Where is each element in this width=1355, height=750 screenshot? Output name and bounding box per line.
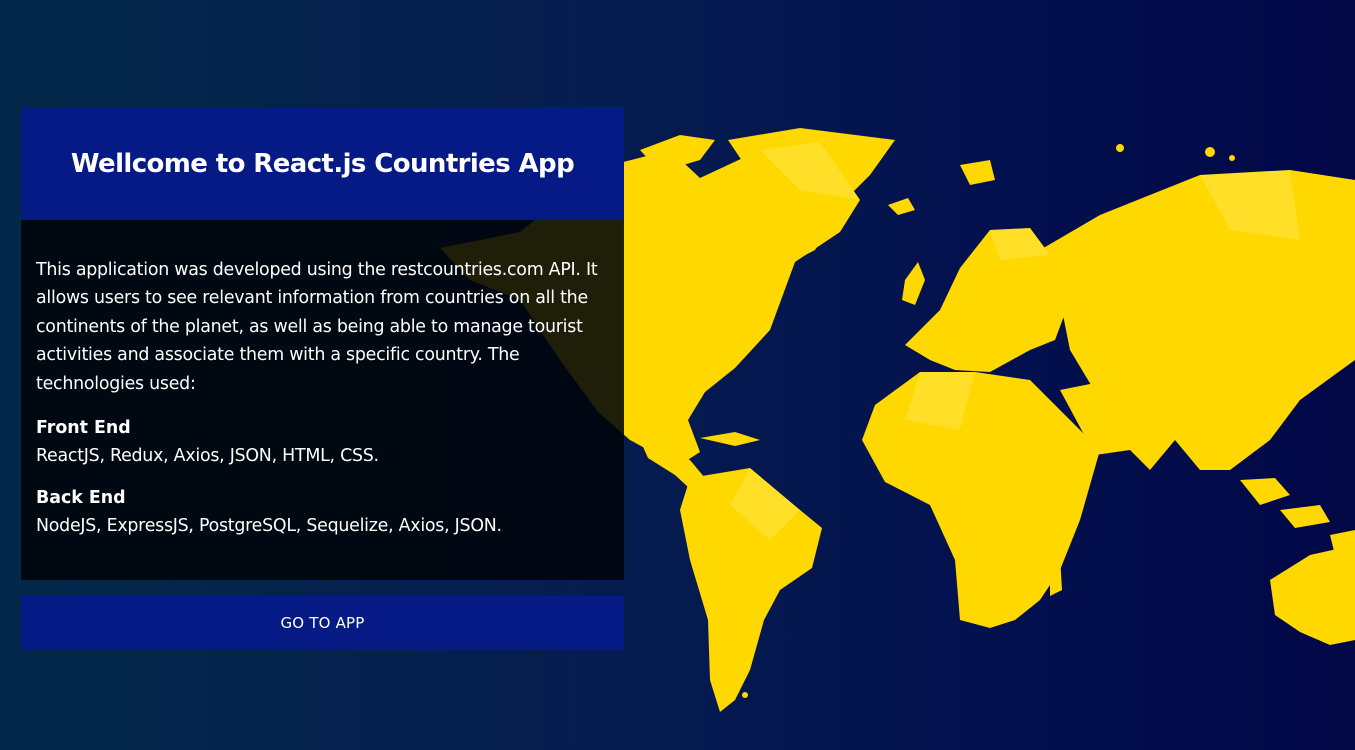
back-end-section: Back End NodeJS, ExpressJS, PostgreSQL, … <box>36 484 609 540</box>
sea-islands-shape <box>1280 505 1330 528</box>
africa-shape <box>862 372 1100 628</box>
page-title: Wellcome to React.js Countries App <box>70 148 575 179</box>
madagascar-shape <box>1050 556 1062 596</box>
go-to-app-button[interactable]: GO TO APP <box>21 596 624 650</box>
app-description: This application was developed using the… <box>36 260 598 394</box>
caribbean-shape <box>700 432 760 446</box>
australia-shape <box>1270 545 1355 645</box>
iceland-shape <box>888 198 915 215</box>
front-end-technologies: ReactJS, Redux, Axios, JSON, HTML, CSS. <box>36 446 379 467</box>
sea-islands-shape <box>1240 478 1290 505</box>
front-end-section: Front End ReactJS, Redux, Axios, JSON, H… <box>36 414 609 470</box>
back-end-heading: Back End <box>36 488 126 509</box>
panel-body: This application was developed using the… <box>21 220 624 580</box>
front-end-heading: Front End <box>36 418 131 439</box>
back-end-technologies: NodeJS, ExpressJS, PostgreSQL, Sequelize… <box>36 516 502 537</box>
uk-shape <box>902 262 925 305</box>
welcome-panel: Wellcome to React.js Countries App This … <box>21 107 624 580</box>
arctic-islands-shape <box>960 160 995 185</box>
panel-header: Wellcome to React.js Countries App <box>21 107 624 220</box>
